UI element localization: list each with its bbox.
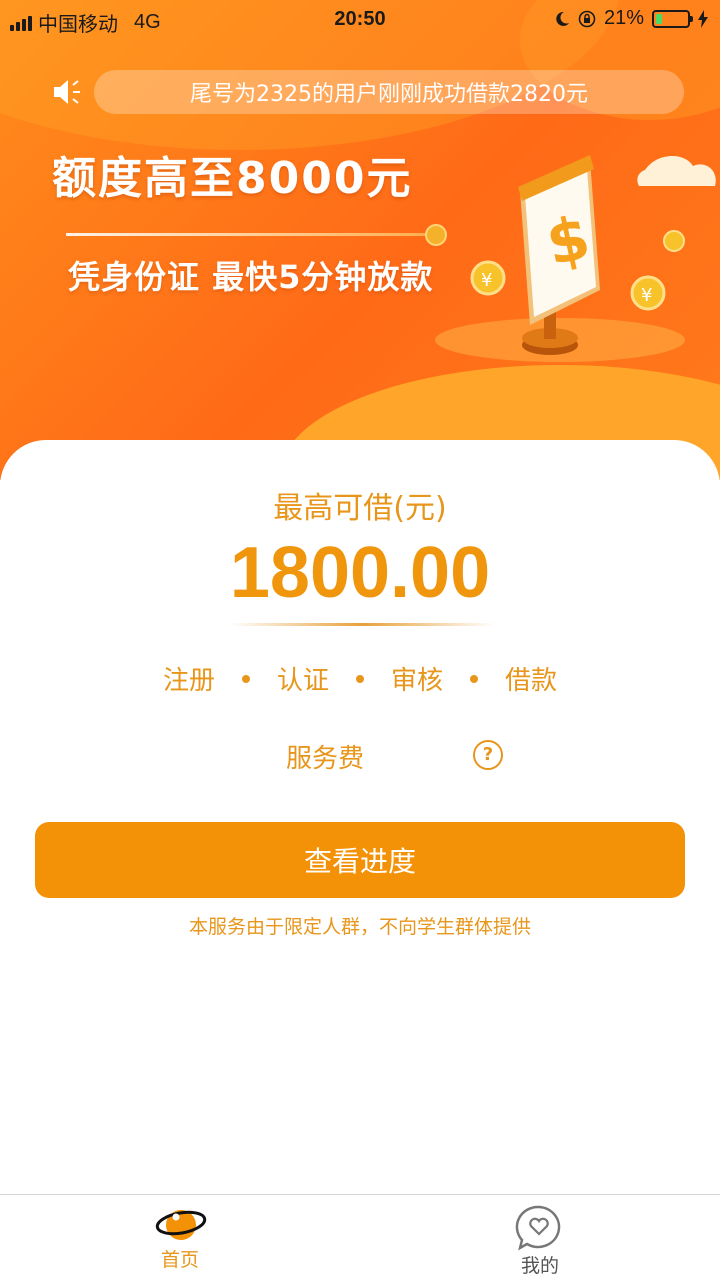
bottom-tab-bar: 首页 我的	[0, 1194, 720, 1281]
step-separator	[356, 674, 364, 683]
money-calendar-illustration: $ ¥ ¥	[435, 155, 716, 362]
max-loan-amount: 1800.00	[229, 533, 491, 613]
max-loan-label: 最高可借(元)	[273, 491, 447, 526]
loan-notice-marquee[interactable]: 尾号为2325的用户刚刚成功借款2820元	[94, 70, 684, 114]
svg-text:¥: ¥	[641, 285, 652, 306]
step-verify: 认证	[276, 666, 329, 696]
rotation-lock-icon	[578, 10, 596, 27]
heart-chat-icon	[515, 1205, 561, 1251]
svg-text:¥: ¥	[481, 270, 492, 291]
banner-headline: 额度高至8000元	[52, 153, 413, 204]
disclaimer-text: 本服务由于限定人群，不向学生群体提供	[188, 916, 531, 938]
battery-icon	[652, 9, 693, 28]
status-bar: 中国移动 4G 20:50 21%	[0, 0, 720, 38]
step-separator	[470, 674, 478, 683]
battery-percent: 21%	[603, 7, 644, 29]
banner-subline: 凭身份证 最快5分钟放款	[68, 258, 434, 296]
hero-banner: 中国移动 4G 20:50 21% 尾号为2325的用户刚刚成功借款2820元 …	[0, 0, 720, 480]
check-progress-button[interactable]: 查看进度	[35, 822, 685, 898]
charging-icon	[698, 9, 708, 28]
step-borrow: 借款	[504, 666, 557, 696]
step-register: 注册	[162, 666, 215, 696]
moon-icon	[556, 11, 569, 26]
planet-icon	[155, 1210, 207, 1240]
service-fee-label: 服务费	[286, 744, 365, 774]
step-separator	[242, 674, 250, 683]
speaker-icon	[54, 80, 80, 104]
amount-underline	[230, 623, 495, 626]
process-steps: 注册 认证 审核 借款	[0, 660, 720, 697]
tab-mine-label: 我的	[520, 1255, 559, 1277]
tab-mine[interactable]: 我的	[440, 1195, 640, 1281]
banner-divider	[66, 233, 426, 236]
tab-home[interactable]: 首页	[80, 1195, 280, 1281]
help-icon[interactable]: ?	[473, 740, 503, 770]
step-review: 审核	[390, 666, 443, 696]
tab-home-label: 首页	[160, 1249, 199, 1271]
